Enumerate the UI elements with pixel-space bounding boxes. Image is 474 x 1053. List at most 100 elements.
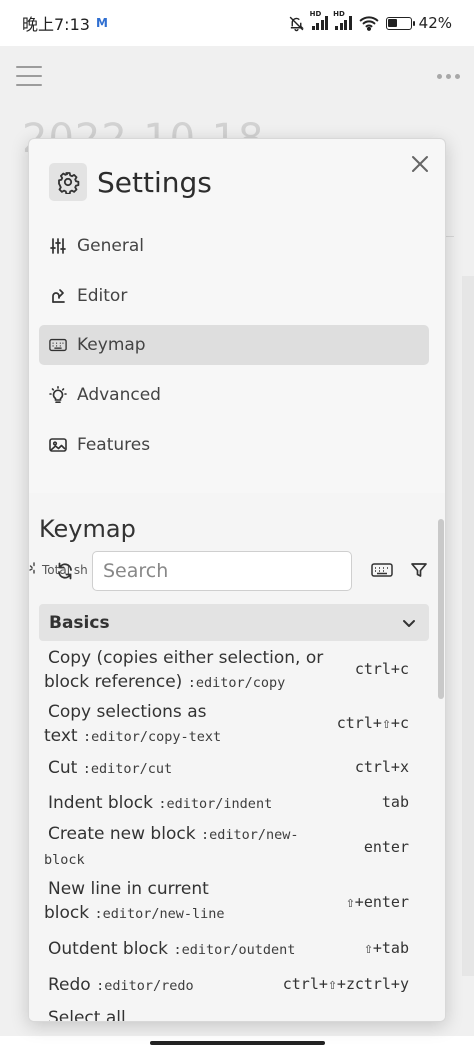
keymap-desc: Create new block :editor/new- block <box>44 822 344 872</box>
scrollbar[interactable] <box>438 519 444 699</box>
keyboard-icon <box>49 336 67 354</box>
keymap-shortcut: ctrl+y <box>354 975 409 993</box>
group-basics-header[interactable]: Basics <box>39 604 429 641</box>
keymap-name: Cut <box>48 758 78 778</box>
keymap-row-new-line[interactable]: New line in current block :editor/new-li… <box>39 879 429 929</box>
keymap-name: Select all <box>48 1008 126 1022</box>
keymap-toolbar: Total sh <box>29 551 445 595</box>
keymap-panel: Keymap Total sh Basics Copy (copies eith… <box>29 493 445 1022</box>
keymap-command: :editor/new- <box>200 827 299 843</box>
keymap-desc: Cut :editor/cut <box>44 756 334 781</box>
nav-label-general: General <box>77 236 144 256</box>
keymap-shortcut: ⇧+tab <box>363 939 409 957</box>
keymap-name: Copy selections as <box>48 702 207 722</box>
keymap-row-copy[interactable]: Copy (copies either selection, or block … <box>39 648 429 698</box>
battery-percent: 42% <box>418 14 452 32</box>
keymap-row-redo[interactable]: Redo :editor/redo ctrl+⇧+z ctrl+y <box>39 973 429 1003</box>
network-type-1: HD <box>309 10 322 18</box>
nav-item-keymap[interactable]: Keymap <box>39 325 429 366</box>
keymap-shortcut: ctrl+⇧+c <box>336 714 409 732</box>
more-icon[interactable] <box>437 74 460 79</box>
keymap-name-cont: block reference) <box>44 672 183 692</box>
keymap-shortcut: tab <box>381 793 409 811</box>
menu-icon[interactable] <box>16 66 42 86</box>
nav-label-keymap: Keymap <box>77 335 146 356</box>
battery-icon <box>385 16 415 30</box>
editor-icon <box>49 287 67 305</box>
keymap-desc: Copy selections as text :editor/copy-tex… <box>44 700 334 749</box>
settings-nav: General Editor Keymap Advanced Features <box>39 226 429 474</box>
nav-item-general[interactable]: General <box>39 226 429 266</box>
gear-icon <box>58 172 80 194</box>
keymap-name: Create new block <box>48 824 196 844</box>
bell-muted-icon <box>289 16 304 31</box>
keymap-row-outdent[interactable]: Outdent block :editor/outdent ⇧+tab <box>39 937 429 967</box>
filter-icon[interactable] <box>410 561 428 583</box>
keymap-command: :editor/copy <box>187 675 286 691</box>
settings-header: Settings <box>49 163 212 201</box>
settings-modal: Settings General Editor Keymap Advanced … <box>28 138 446 1022</box>
keymap-command: :editor/copy-text <box>82 729 222 745</box>
refresh-icon[interactable] <box>55 561 75 585</box>
keymap-shortcut: enter <box>363 838 409 856</box>
nav-item-features[interactable]: Features <box>39 425 429 465</box>
image-icon <box>49 436 67 454</box>
keymap-name: Redo <box>48 975 91 995</box>
keymap-row-new-block[interactable]: Create new block :editor/new- block ente… <box>39 824 429 874</box>
home-indicator[interactable] <box>150 1041 325 1045</box>
nav-label-features: Features <box>77 434 151 455</box>
status-bar: 晚上7:13 M HD HD 42% <box>0 0 474 46</box>
cell-signal-2-icon: HD <box>333 10 352 30</box>
keymap-command: :editor/cut <box>82 761 173 777</box>
search-input[interactable] <box>92 551 352 591</box>
nav-label-advanced: Advanced <box>77 385 161 406</box>
close-icon <box>412 156 428 172</box>
cell-signal-1-icon: HD <box>310 10 329 30</box>
keymap-desc: Outdent block :editor/outdent <box>44 937 334 962</box>
keymap-name: New line in current <box>48 879 209 899</box>
background-edge <box>462 276 474 976</box>
keymap-desc: Copy (copies either selection, or block … <box>44 646 334 695</box>
status-time: 晚上7:13 <box>22 15 90 34</box>
network-type-2: HD <box>333 10 345 18</box>
keymap-command: :editor/outdent <box>173 942 296 958</box>
nav-label-editor: Editor <box>77 285 128 306</box>
keymap-name-cont: text <box>44 726 78 746</box>
keymap-desc: Select all <box>44 1006 334 1022</box>
keymap-shortcut: ⇧+enter <box>345 893 409 911</box>
settings-icon-box <box>49 163 87 201</box>
keymap-shortcut: ctrl+x <box>354 758 409 776</box>
keymap-command: :editor/redo <box>96 978 194 994</box>
loading-icon <box>29 562 39 577</box>
keymap-name-cont: block <box>44 903 90 923</box>
keyboard-filter-icon[interactable] <box>371 562 393 582</box>
status-right: HD HD 42% <box>288 10 452 32</box>
keymap-row-select-all[interactable]: Select all <box>39 1006 429 1022</box>
keymap-name: Copy (copies either selection, or <box>48 648 324 668</box>
keymap-desc: New line in current block :editor/new-li… <box>44 877 334 926</box>
close-button[interactable] <box>407 151 433 177</box>
sliders-icon <box>49 237 67 255</box>
group-basics-label: Basics <box>49 612 110 633</box>
keymap-command: :editor/indent <box>158 796 273 812</box>
keymap-desc: Indent block :editor/indent <box>44 791 334 816</box>
app-topbar <box>0 54 474 100</box>
keymap-row-indent[interactable]: Indent block :editor/indent tab <box>39 791 429 821</box>
settings-title: Settings <box>97 165 212 199</box>
nav-item-advanced[interactable]: Advanced <box>39 375 429 415</box>
keymap-shortcut-alt: ctrl+⇧+z <box>282 975 355 993</box>
keymap-name: Outdent block <box>48 939 169 959</box>
keymap-row-cut[interactable]: Cut :editor/cut ctrl+x <box>39 756 429 786</box>
battery-level <box>388 19 397 27</box>
nav-item-editor[interactable]: Editor <box>39 276 429 316</box>
wifi-icon <box>359 16 378 31</box>
chevron-down-icon <box>403 619 415 627</box>
keymap-command-cont: block <box>44 852 85 868</box>
keymap-command: :editor/new-line <box>94 906 225 922</box>
keymap-shortcut: ctrl+c <box>354 660 409 678</box>
keymap-row-copy-text[interactable]: Copy selections as text :editor/copy-tex… <box>39 702 429 752</box>
lightbulb-icon <box>49 386 67 404</box>
keymap-name: Indent block <box>48 793 153 813</box>
keymap-title: Keymap <box>39 515 136 543</box>
mail-icon: M <box>95 16 108 30</box>
